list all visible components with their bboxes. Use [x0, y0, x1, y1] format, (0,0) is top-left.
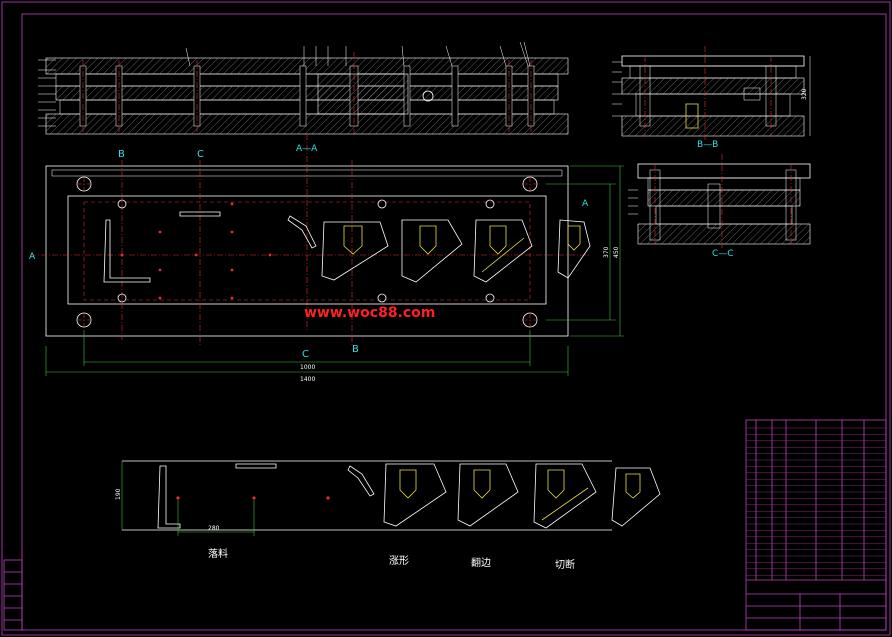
section-label-bb: B—B — [697, 140, 718, 150]
dim-inner-length: 1000 — [300, 364, 315, 371]
step-label-cutoff: 切断 — [555, 558, 575, 571]
section-view-cc — [628, 154, 811, 250]
cad-drawing-sheet: A—A 320 B—B C—C 1400 1000 370 450 B C A … — [1, 1, 891, 636]
marker-c-bottom: C — [302, 349, 309, 360]
left-side-table — [3, 559, 23, 631]
marker-c-top: C — [197, 149, 204, 160]
dim-bb-height: 320 — [801, 88, 808, 100]
plan-view: 1400 1000 370 450 — [30, 160, 624, 383]
marker-a-left: A — [29, 252, 36, 262]
step-label-forming: 涨形 — [389, 555, 409, 567]
section-label-aa: A—A — [296, 144, 318, 154]
section-label-cc: C—C — [712, 249, 734, 259]
dim-right-height-2: 450 — [613, 246, 620, 258]
watermark: www.woc88.com — [304, 305, 435, 321]
section-view-bb: 320 — [612, 46, 811, 142]
dim-strip-pitch: 280 — [208, 525, 220, 532]
marker-b-top: B — [118, 149, 125, 160]
main-section-view — [38, 41, 569, 136]
step-label-blanking: 落料 — [208, 547, 228, 560]
dim-strip-width: 190 — [115, 488, 122, 500]
marker-b-bottom: B — [352, 344, 359, 355]
dim-right-height-1: 370 — [603, 246, 610, 258]
dim-total-length: 1400 — [300, 376, 315, 383]
bom-table — [745, 419, 887, 631]
step-label-flanging: 翻边 — [471, 557, 491, 569]
strip-layout: 280 190 — [115, 460, 661, 536]
marker-a-right: A — [582, 199, 589, 209]
